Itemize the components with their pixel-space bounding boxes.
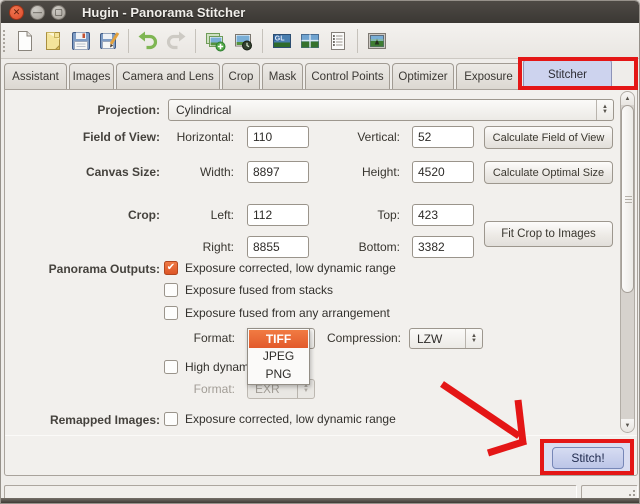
calculate-field-of-view-button[interactable]: Calculate Field of View [484, 126, 613, 149]
stitch-button[interactable]: Stitch! [552, 447, 624, 469]
gl-preview-icon[interactable]: GL [269, 27, 295, 55]
format-dropdown-menu: TIFF JPEG PNG [247, 328, 310, 385]
svg-text:GL: GL [275, 35, 285, 42]
save-project-icon[interactable] [68, 27, 94, 55]
crop-bottom-input[interactable] [412, 236, 474, 258]
compression-label: Compression: [323, 331, 401, 345]
maximize-icon[interactable]: ▢ [51, 5, 66, 20]
projection-label: Projection: [13, 103, 160, 117]
stitcher-panel: Projection: Cylindrical ▲▼ Field of View… [4, 89, 638, 476]
hugin-window: ✕ — ▢ Hugin - Panorama Stitcher [0, 0, 640, 504]
horizontal-label: Horizontal: [155, 130, 234, 144]
canvas-size-label: Canvas Size: [13, 165, 160, 179]
tab-camera-and-lens[interactable]: Camera and Lens [116, 63, 220, 89]
compression-select[interactable]: LZW ▲▼ [409, 328, 483, 349]
height-label: Height: [320, 165, 400, 179]
canvas-height-input[interactable] [412, 161, 474, 183]
panel-separator [5, 435, 637, 436]
remapped-option-row: Exposure corrected, low dynamic range [164, 411, 396, 427]
resize-grip-icon[interactable] [627, 490, 635, 498]
remapped-images-label: Remapped Images: [13, 413, 160, 427]
crop-left-input[interactable] [247, 204, 309, 226]
batch-processor-list-icon[interactable] [325, 27, 351, 55]
crop-top-label: Top: [320, 208, 400, 222]
crop-bottom-label: Bottom: [320, 240, 400, 254]
minimize-icon[interactable]: — [30, 5, 45, 20]
crop-right-label: Right: [155, 240, 234, 254]
tab-crop[interactable]: Crop [222, 63, 260, 89]
crop-right-input[interactable] [247, 236, 309, 258]
toolbar-grip[interactable] [3, 30, 7, 52]
fit-crop-to-images-button[interactable]: Fit Crop to Images [484, 221, 613, 247]
hdr-format-label: Format: [155, 382, 235, 396]
tab-bar: Assistant Images Camera and Lens Crop Ma… [4, 59, 614, 89]
projection-select[interactable]: Cylindrical ▲▼ [168, 99, 614, 121]
save-project-as-icon[interactable] [96, 27, 122, 55]
checkbox-unchecked-icon[interactable] [164, 360, 178, 374]
field-of-view-label: Field of View: [13, 130, 160, 144]
toolbar-separator [262, 29, 263, 53]
output-option-label: Exposure fused from any arrangement [185, 306, 390, 320]
output-option-row: Exposure fused from any arrangement [164, 305, 390, 321]
open-project-icon[interactable] [40, 27, 66, 55]
add-time-series-images-icon[interactable] [230, 27, 256, 55]
spinner-arrows-icon[interactable]: ▲▼ [465, 329, 482, 348]
projection-value: Cylindrical [169, 103, 596, 117]
checkbox-unchecked-icon[interactable] [164, 412, 178, 426]
spinner-arrows-icon[interactable]: ▲▼ [596, 100, 613, 120]
format-label: Format: [155, 331, 235, 345]
width-label: Width: [155, 165, 234, 179]
close-icon[interactable]: ✕ [9, 5, 24, 20]
menu-item-png[interactable]: PNG [249, 365, 308, 383]
scroll-down-icon[interactable]: ▼ [621, 419, 634, 432]
scrollbar-thumb[interactable] [621, 105, 634, 293]
toolbar-separator [128, 29, 129, 53]
undo-icon[interactable] [135, 27, 161, 55]
vertical-fov-input[interactable] [412, 126, 474, 148]
remapped-option-label: Exposure corrected, low dynamic range [185, 412, 396, 426]
crop-top-input[interactable] [412, 204, 474, 226]
output-option-row: ✔ Exposure corrected, low dynamic range [164, 260, 396, 276]
checkbox-unchecked-icon[interactable] [164, 283, 178, 297]
scroll-up-icon[interactable]: ▲ [621, 92, 634, 105]
hdr-option-row: High dynam [164, 359, 249, 375]
hdr-option-label: High dynam [185, 360, 249, 374]
checkbox-checked-icon[interactable]: ✔ [164, 261, 178, 275]
tab-optimizer[interactable]: Optimizer [392, 63, 454, 89]
add-images-icon[interactable] [202, 27, 228, 55]
vertical-scrollbar[interactable]: ▲ ▼ [620, 91, 635, 433]
tab-stitcher[interactable]: Stitcher [523, 59, 612, 89]
redo-icon[interactable] [163, 27, 189, 55]
horizontal-fov-input[interactable] [247, 126, 309, 148]
tab-control-points[interactable]: Control Points [305, 63, 390, 89]
tab-images[interactable]: Images [69, 63, 114, 89]
crop-left-label: Left: [155, 208, 234, 222]
tab-mask[interactable]: Mask [262, 63, 303, 89]
canvas-width-input[interactable] [247, 161, 309, 183]
calculate-optimal-size-button[interactable]: Calculate Optimal Size [484, 161, 613, 184]
output-option-label: Exposure fused from stacks [185, 283, 333, 297]
menu-item-tiff[interactable]: TIFF [249, 330, 308, 348]
toolbar-separator [357, 29, 358, 53]
tab-assistant[interactable]: Assistant [4, 63, 67, 89]
stitch-button-annotation-box: Stitch! [540, 439, 634, 475]
compression-value: LZW [410, 332, 465, 346]
panorama-outputs-label: Panorama Outputs: [13, 262, 160, 276]
preview-panorama-window-icon[interactable] [364, 27, 390, 55]
toolbar-separator [195, 29, 196, 53]
menu-item-jpeg[interactable]: JPEG [249, 348, 308, 366]
toolbar: GL [1, 23, 639, 59]
output-option-label: Exposure corrected, low dynamic range [185, 261, 396, 275]
vertical-label: Vertical: [320, 130, 400, 144]
window-title: Hugin - Panorama Stitcher [82, 5, 245, 20]
window-bottom-edge [1, 498, 639, 503]
tab-exposure[interactable]: Exposure [456, 63, 521, 89]
output-option-row: Exposure fused from stacks [164, 282, 333, 298]
titlebar: ✕ — ▢ Hugin - Panorama Stitcher [1, 1, 639, 23]
checkbox-unchecked-icon[interactable] [164, 306, 178, 320]
fast-preview-icon[interactable] [297, 27, 323, 55]
crop-label: Crop: [13, 208, 160, 222]
new-project-icon[interactable] [12, 27, 38, 55]
